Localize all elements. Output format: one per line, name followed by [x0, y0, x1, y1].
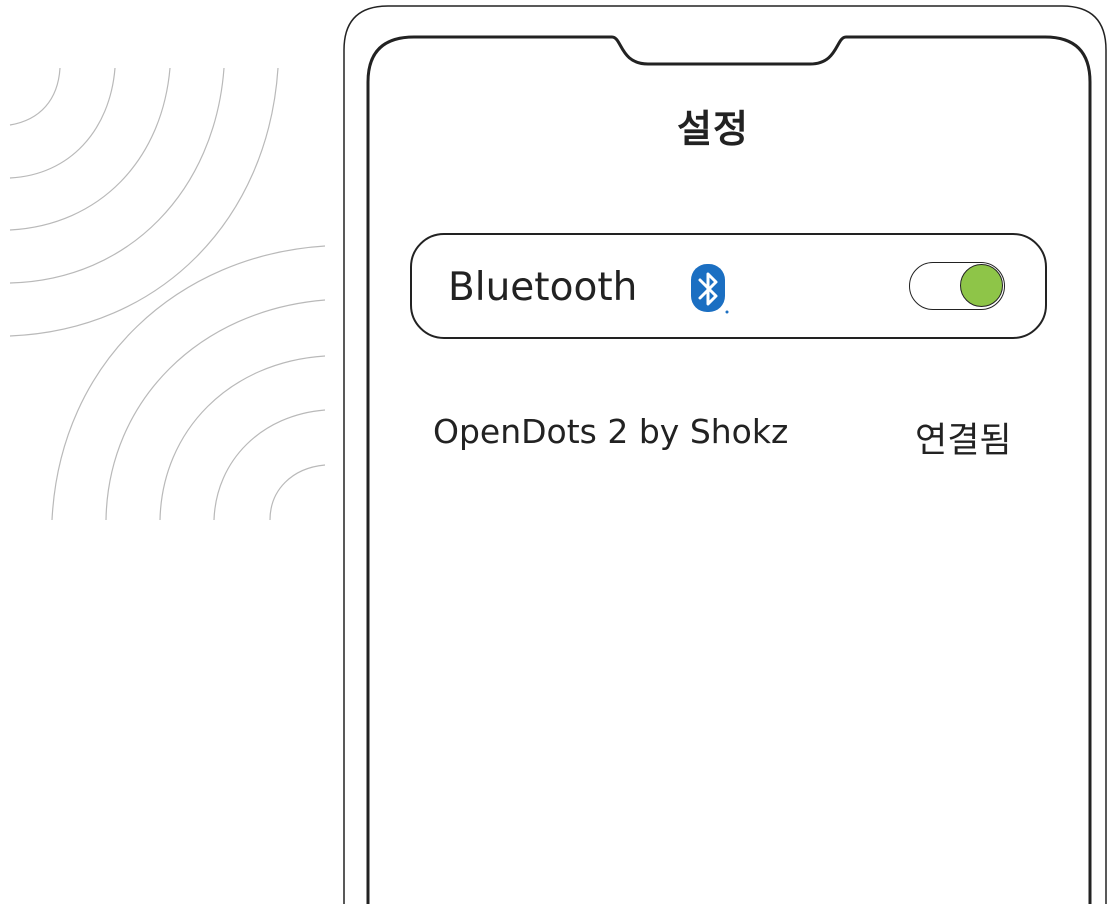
device-list-item[interactable]: OpenDots 2 by Shokz 연결됨 — [433, 412, 1033, 462]
bluetooth-label: Bluetooth — [448, 265, 638, 310]
page-title: 설정 — [677, 107, 749, 151]
bluetooth-toggle[interactable] — [909, 262, 1005, 310]
bluetooth-row: Bluetooth — [410, 233, 1047, 339]
toggle-knob — [960, 264, 1003, 307]
bluetooth-icon — [691, 264, 729, 314]
device-name: OpenDots 2 by Shokz — [433, 412, 789, 451]
device-connection-status: 연결됨 — [915, 421, 1012, 461]
